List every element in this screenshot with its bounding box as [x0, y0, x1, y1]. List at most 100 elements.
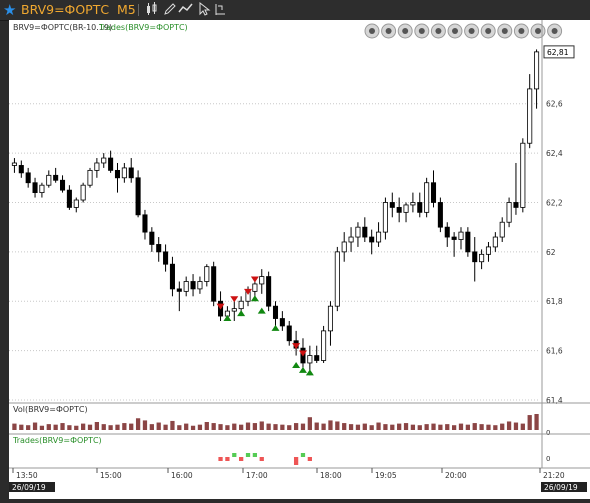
price-axis: 62,6 62,4 62,2 62 61,8 61,6 61,4 62,81 — [541, 20, 575, 468]
volume-bar — [245, 422, 251, 430]
candle-body — [183, 281, 189, 292]
candle-body — [25, 172, 31, 184]
volume-bar — [12, 423, 17, 430]
candlestick-chart-icon[interactable] — [144, 2, 160, 18]
candle — [272, 301, 279, 326]
volume-bar — [122, 423, 127, 430]
candle-body — [149, 231, 155, 245]
volume-bar — [225, 425, 230, 430]
candle — [396, 197, 402, 223]
indicators-icon[interactable] — [178, 2, 194, 18]
candle — [114, 162, 121, 193]
volume-bar — [376, 422, 381, 430]
volume-bar — [424, 424, 429, 430]
price-grid — [9, 103, 540, 401]
candle-body — [231, 308, 237, 312]
candle — [46, 170, 52, 188]
candle-body — [396, 207, 402, 213]
volume-bar — [190, 425, 196, 430]
auto-scale-icon[interactable] — [530, 23, 546, 39]
trades-panel-label: Trades(BRV9=ФОРТС) — [12, 436, 102, 445]
candle-body — [410, 202, 416, 206]
candle-body — [59, 179, 66, 191]
volume-bar — [32, 422, 38, 430]
candle — [327, 301, 333, 346]
trade-bar — [293, 457, 299, 465]
candle-body — [169, 263, 175, 290]
pin-icon[interactable] — [212, 2, 228, 18]
candle-body — [307, 355, 313, 364]
zoom-in-icon[interactable] — [447, 23, 463, 39]
candle — [341, 232, 347, 262]
candle — [430, 170, 437, 208]
rewind-start-icon[interactable] — [364, 23, 380, 39]
nav-button-glyph — [435, 28, 442, 34]
volume-bar — [46, 424, 51, 430]
step-forward-fast-icon[interactable] — [430, 23, 446, 39]
volume-bar — [342, 423, 347, 430]
price-tick-label: 61,8 — [546, 297, 563, 306]
candle — [211, 261, 217, 307]
candle — [465, 227, 471, 257]
candle-body — [272, 305, 279, 319]
step-back-fast-icon[interactable] — [381, 23, 397, 39]
candle-body — [32, 182, 38, 194]
volume-bar — [493, 425, 498, 430]
toolbar-separator — [138, 4, 139, 16]
timeframe-label[interactable]: M5 — [117, 2, 136, 18]
volume-bar — [500, 423, 505, 430]
step-back-icon[interactable] — [397, 23, 413, 39]
candle — [451, 232, 457, 257]
trade-bar — [239, 457, 244, 461]
buy-trade-marker — [216, 303, 225, 310]
candle-body — [204, 266, 210, 282]
volume-bar — [513, 422, 519, 430]
candle — [355, 222, 361, 247]
candle — [231, 301, 237, 321]
expand-horizontal-icon[interactable] — [513, 23, 529, 39]
cursor-icon[interactable] — [196, 1, 212, 18]
volume-bar — [135, 418, 141, 430]
pencil-icon[interactable] — [162, 2, 178, 18]
candle — [520, 138, 526, 213]
price-tick-label: 62,4 — [546, 149, 563, 158]
candle — [534, 49, 540, 109]
volume-bar — [506, 421, 512, 430]
candle — [403, 202, 409, 223]
candle — [87, 167, 93, 188]
symbol-title[interactable]: BRV9=ФОРТС — [21, 2, 109, 18]
volume-bar — [527, 415, 532, 430]
buy-trade-marker — [292, 343, 301, 350]
candle — [321, 325, 327, 363]
sell-trade-marker — [237, 310, 246, 317]
zoom-out-icon[interactable] — [464, 23, 480, 39]
volume-bar — [314, 422, 319, 430]
sell-trade-marker — [257, 307, 266, 314]
candle — [527, 74, 533, 149]
zoom-fit-icon[interactable] — [480, 23, 496, 39]
favorite-star-icon[interactable]: ★ — [3, 1, 16, 19]
volume-bar — [170, 420, 175, 430]
volume-bar — [74, 425, 79, 430]
candle — [410, 192, 416, 213]
nav-button-glyph — [518, 28, 525, 34]
collapse-up-icon[interactable] — [547, 23, 563, 39]
nav-button-glyph — [385, 28, 392, 34]
price-tick-label: 62,2 — [546, 198, 563, 207]
volume-bar — [383, 424, 388, 430]
candle — [32, 177, 38, 198]
volume-bar — [410, 424, 416, 430]
volume-bar — [19, 424, 24, 430]
step-forward-icon[interactable] — [414, 23, 430, 39]
volume-bar — [445, 424, 450, 430]
candle-body — [341, 241, 347, 253]
candle-body — [156, 244, 162, 253]
trades-axis-zero: 0 — [546, 455, 550, 463]
volume-bar — [39, 425, 45, 430]
candle — [376, 222, 382, 247]
volume-bar — [390, 424, 395, 430]
shrink-horizontal-icon[interactable] — [497, 23, 513, 39]
volume-axis-zero: 0 — [546, 429, 550, 437]
candle-body — [403, 204, 409, 213]
chart-area[interactable]: BRV9=ФОРТС(BR-10.19) Trades(BRV9=ФОРТС) … — [9, 20, 590, 499]
